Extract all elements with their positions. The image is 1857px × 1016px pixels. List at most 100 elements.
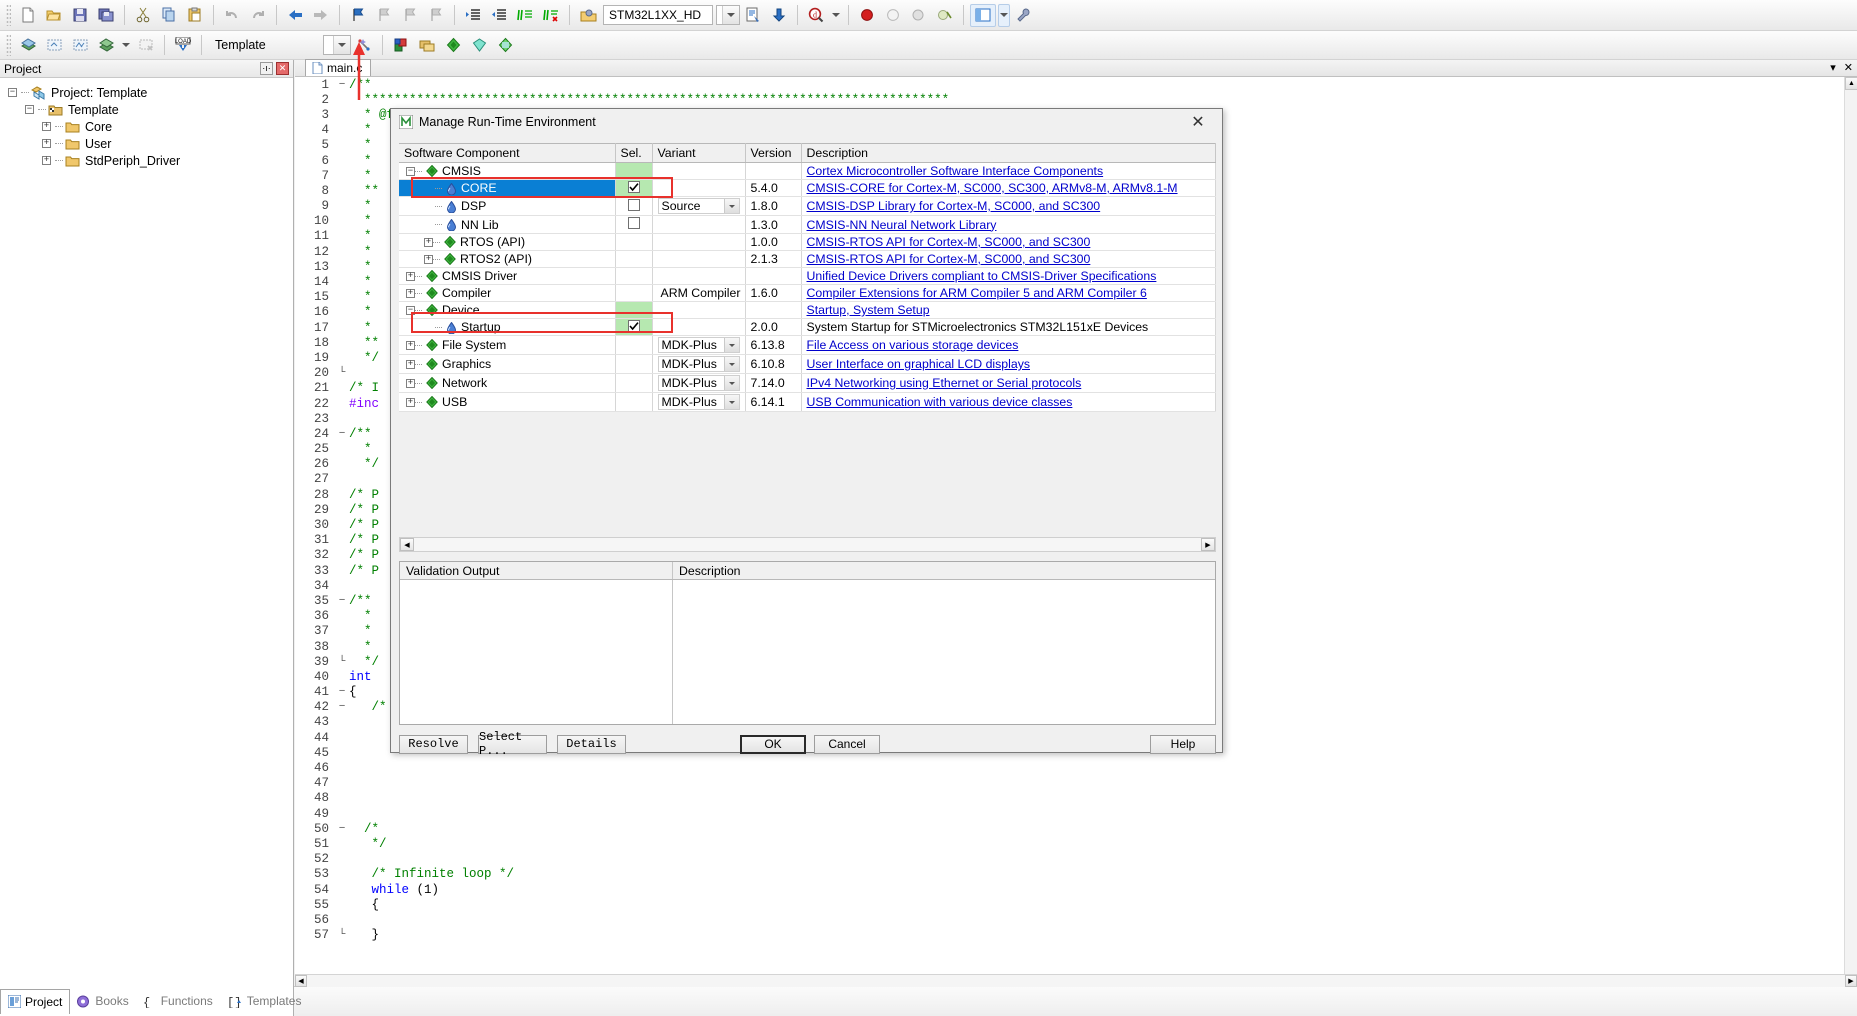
select-cell[interactable] <box>615 162 653 180</box>
tree-expander[interactable]: + <box>42 156 51 165</box>
description-link[interactable]: USB Communication with various device cl… <box>807 395 1073 409</box>
select-cell[interactable] <box>615 215 653 234</box>
table-scroll-left-arrow[interactable]: ◀ <box>400 538 414 551</box>
description-link[interactable]: Cortex Microcontroller Software Interfac… <box>807 164 1104 178</box>
description-link[interactable]: Startup, System Setup <box>807 303 930 317</box>
window-layout-button[interactable] <box>970 3 996 27</box>
table-row[interactable]: + CMSIS Driver Unified Device Drivers comp… <box>399 267 1216 285</box>
prev-bookmark-button[interactable] <box>372 4 396 27</box>
description-link[interactable]: CMSIS-RTOS API for Cortex-M, SC000, and … <box>807 252 1091 266</box>
fold-marker[interactable]: − <box>335 595 349 607</box>
scroll-right-arrow[interactable]: ▶ <box>1845 974 1857 987</box>
row-expander[interactable]: + <box>406 397 415 407</box>
chevron-down-icon[interactable] <box>723 338 739 352</box>
variant-cell[interactable] <box>652 301 746 319</box>
stop-build-button[interactable] <box>134 34 158 57</box>
panel-tab-templates[interactable]: [] Templates <box>220 989 309 1014</box>
fold-marker[interactable]: − <box>335 428 349 440</box>
row-expander[interactable]: + <box>406 288 415 298</box>
component-checkbox[interactable] <box>627 198 640 211</box>
select-cell[interactable] <box>615 284 653 302</box>
ok-button[interactable]: OK <box>740 734 806 754</box>
description-link[interactable]: CMSIS-CORE for Cortex-M, SC000, SC300, A… <box>807 181 1178 195</box>
insert-bookmark-button[interactable] <box>346 4 370 27</box>
multi-project-items-button[interactable] <box>415 34 439 57</box>
table-row[interactable]: − CMSIS Cortex Microcontroller Software In… <box>399 162 1216 180</box>
variant-cell[interactable] <box>652 162 746 180</box>
open-file-button[interactable] <box>42 4 66 27</box>
disable-breakpoint-button[interactable] <box>881 4 905 27</box>
table-scroll-right-arrow[interactable]: ▶ <box>1201 538 1215 551</box>
variant-cell[interactable]: ARM Compiler <box>652 284 746 302</box>
table-row[interactable]: − Device Startup, System Setup <box>399 301 1216 319</box>
fold-marker[interactable]: └ <box>335 656 349 668</box>
manage-components-button[interactable] <box>767 4 791 27</box>
fold-marker[interactable]: − <box>335 823 349 835</box>
uncomment-block-button[interactable] <box>539 4 563 27</box>
description-cell[interactable]: CMSIS-CORE for Cortex-M, SC000, SC300, A… <box>801 179 1216 197</box>
chevron-down-icon[interactable] <box>723 395 739 409</box>
table-row[interactable]: + File System MDK-Plus 6.13.8 File Access on… <box>399 335 1216 355</box>
select-cell[interactable] <box>615 179 653 197</box>
pin-icon[interactable]: ·ı· <box>260 62 273 75</box>
select-cell[interactable] <box>615 301 653 319</box>
cancel-button[interactable]: Cancel <box>814 734 880 754</box>
variant-cell[interactable]: MDK-Plus <box>652 335 746 355</box>
description-link[interactable]: CMSIS-NN Neural Network Library <box>807 218 997 232</box>
indent-right-button[interactable] <box>461 4 485 27</box>
description-cell[interactable]: Cortex Microcontroller Software Interfac… <box>801 162 1216 180</box>
chevron-down-icon[interactable] <box>723 199 739 213</box>
details-button[interactable]: Details <box>557 734 626 754</box>
help-button[interactable]: Help <box>1150 734 1216 754</box>
close-icon[interactable]: ✕ <box>1178 110 1218 134</box>
select-packs-button[interactable]: Select P... <box>478 730 547 758</box>
manage-project-items-button[interactable] <box>389 34 413 57</box>
toolbar-grip[interactable] <box>6 34 11 56</box>
variant-select[interactable]: MDK-Plus <box>657 394 740 410</box>
panel-tab-books[interactable]: Books <box>70 989 135 1014</box>
component-checkbox[interactable] <box>627 181 640 193</box>
tree-item-template[interactable]: − Template <box>4 101 289 118</box>
description-cell[interactable]: IPv4 Networking using Ethernet or Serial… <box>801 373 1216 393</box>
editor-horizontal-scrollbar[interactable]: ◀ ▶ <box>295 974 1857 987</box>
tree-item-stdperiph-driver[interactable]: + StdPeriph_Driver <box>4 152 289 169</box>
table-row[interactable]: DSP Source 1.8.0 CMSIS-DSP Library for Cort… <box>399 196 1216 216</box>
resolve-button[interactable]: Resolve <box>399 734 468 754</box>
variant-cell[interactable]: MDK-Plus <box>652 392 746 412</box>
fold-marker[interactable]: − <box>335 79 349 91</box>
target-options-icon-button[interactable] <box>576 4 600 27</box>
cut-button[interactable] <box>131 4 155 27</box>
variant-select[interactable]: MDK-Plus <box>657 337 740 353</box>
tree-item-project-template[interactable]: − Project: Template <box>4 84 289 101</box>
tree-item-user[interactable]: + User <box>4 135 289 152</box>
row-expander[interactable]: + <box>424 237 433 247</box>
new-file-button[interactable] <box>16 4 40 27</box>
variant-cell[interactable] <box>652 318 746 336</box>
table-row[interactable]: + Network MDK-Plus 7.14.0 IPv4 Networking us… <box>399 373 1216 393</box>
close-icon[interactable]: ✕ <box>276 62 289 75</box>
variant-cell[interactable]: MDK-Plus <box>652 354 746 374</box>
fold-marker[interactable]: − <box>335 686 349 698</box>
select-cell[interactable] <box>615 196 653 216</box>
panel-tab-project[interactable]: Project <box>0 988 71 1014</box>
scroll-left-arrow[interactable]: ◀ <box>295 974 307 987</box>
row-expander[interactable]: + <box>406 378 415 388</box>
table-row[interactable]: + USB MDK-Plus 6.14.1 USB Communication with… <box>399 392 1216 412</box>
row-expander[interactable]: + <box>406 359 415 369</box>
description-cell[interactable]: CMSIS-RTOS API for Cortex-M, SC000, and … <box>801 233 1216 251</box>
batch-build-button[interactable] <box>94 34 118 57</box>
column-header-version[interactable]: Version <box>745 143 802 163</box>
debug-dropdown-button[interactable] <box>830 4 842 27</box>
panel-tab-functions[interactable]: { }Functions <box>136 989 220 1014</box>
table-scroll-track[interactable] <box>414 538 1201 551</box>
select-cell[interactable] <box>615 250 653 268</box>
select-cell[interactable] <box>615 233 653 251</box>
save-button[interactable] <box>68 4 92 27</box>
variant-cell[interactable]: MDK-Plus <box>652 373 746 393</box>
navigate-forward-button[interactable] <box>309 4 333 27</box>
disable-all-breakpoints-button[interactable] <box>933 4 957 27</box>
next-bookmark-button[interactable] <box>398 4 422 27</box>
table-horizontal-scrollbar[interactable]: ◀ ▶ <box>399 537 1216 552</box>
configuration-wizard-button[interactable] <box>1012 4 1036 27</box>
variant-select[interactable]: Source <box>657 198 740 214</box>
